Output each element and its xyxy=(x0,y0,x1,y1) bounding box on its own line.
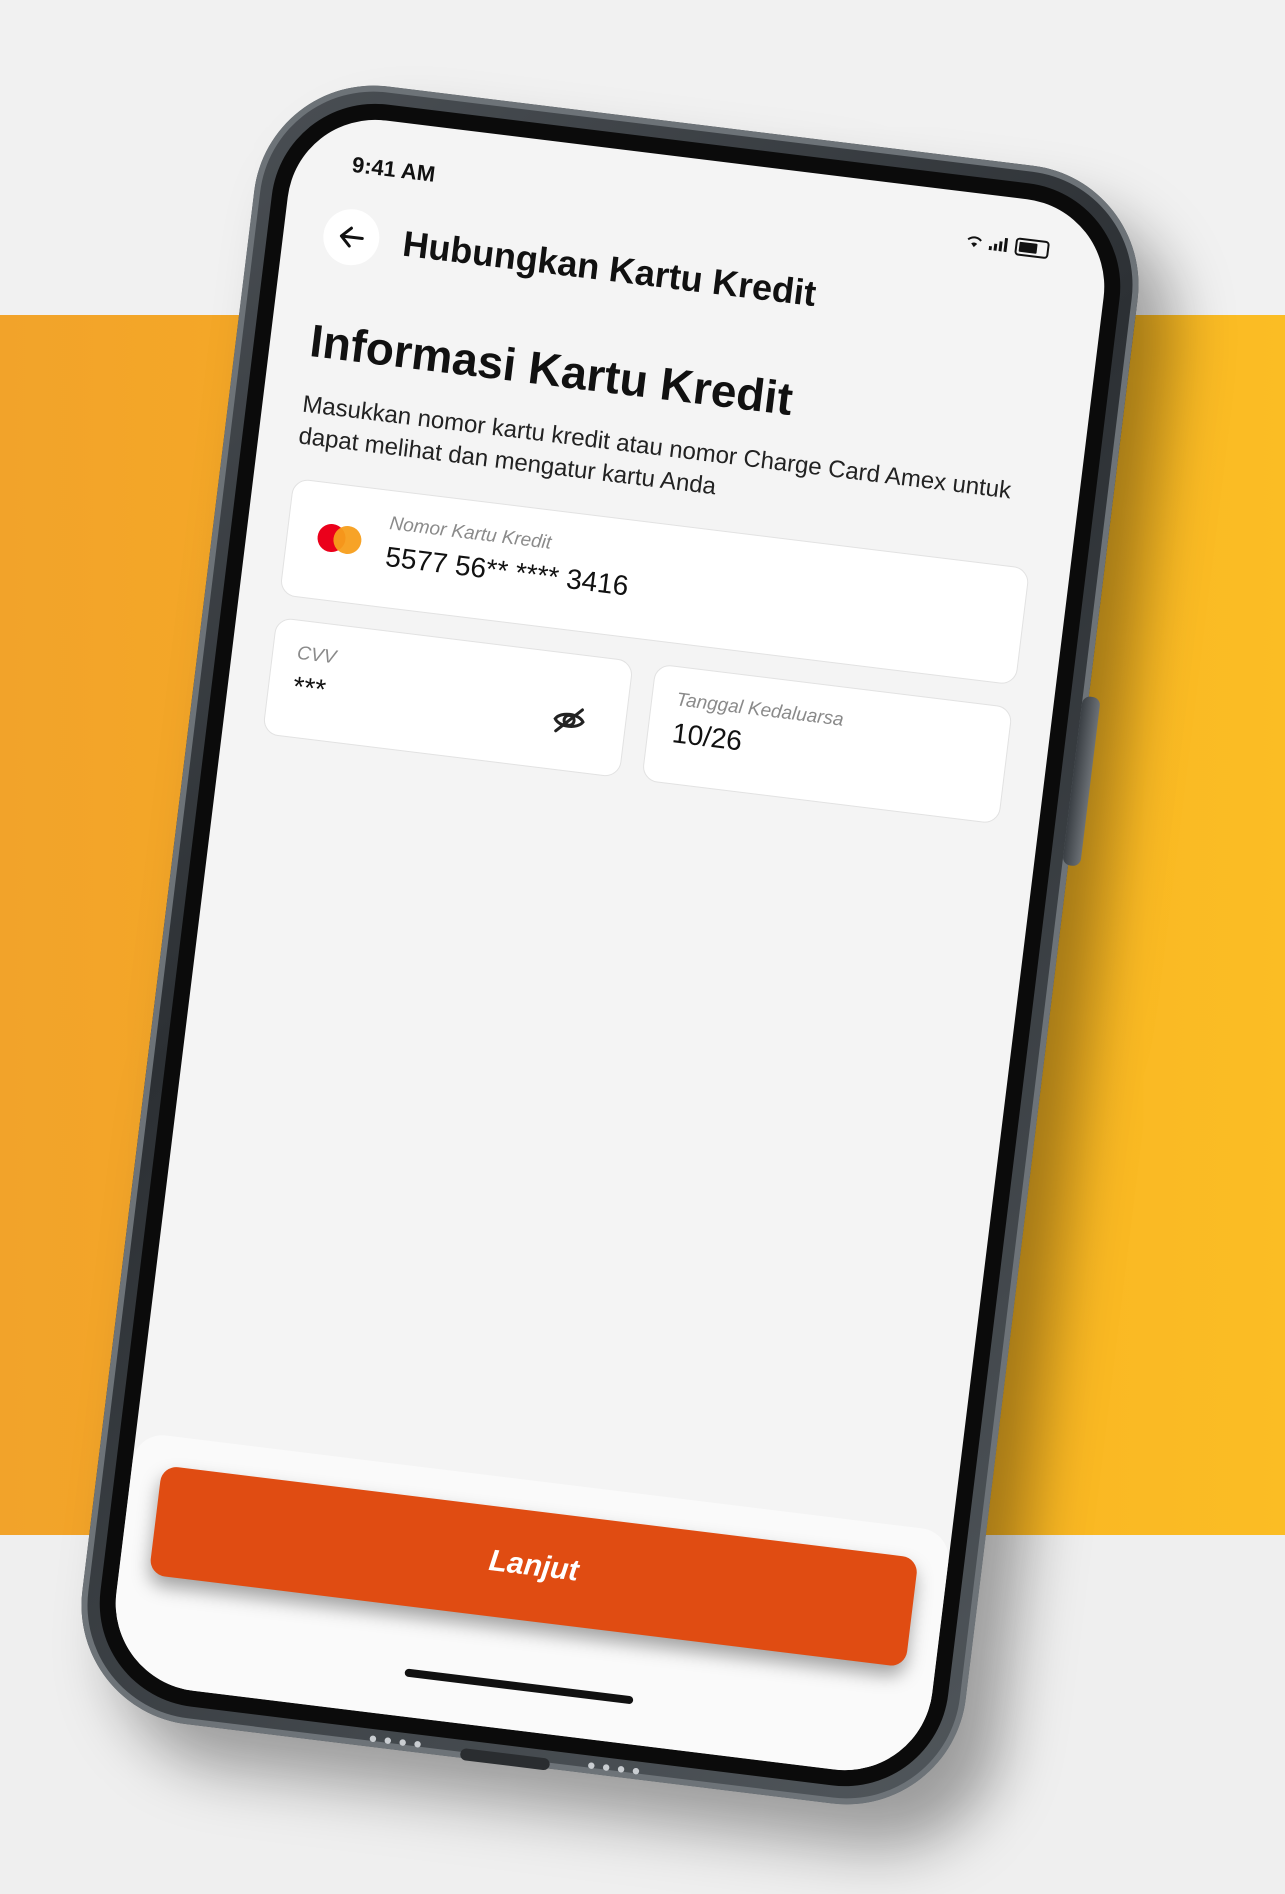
back-button[interactable] xyxy=(320,205,383,269)
eye-off-icon[interactable] xyxy=(549,700,589,740)
status-icons xyxy=(964,231,1051,260)
mastercard-logo xyxy=(315,522,364,556)
cvv-field[interactable]: CVV *** xyxy=(262,616,634,778)
expiry-field[interactable]: Tanggal Kedaluarsa 10/26 xyxy=(641,663,1013,825)
page-title: Hubungkan Kartu Kredit xyxy=(400,222,819,315)
battery-icon xyxy=(1014,237,1051,260)
back-arrow-icon xyxy=(339,226,364,248)
wifi-icon xyxy=(967,236,982,248)
stage: 9:41 AM Hubungkan Kartu Kredit Informasi… xyxy=(0,0,1285,1894)
main-content: Informasi Kartu Kredit Masukkan nomor ka… xyxy=(262,313,1050,825)
continue-button[interactable]: Lanjut xyxy=(148,1465,919,1668)
status-time: 9:41 AM xyxy=(350,151,437,187)
bottom-action-area: Lanjut xyxy=(105,1431,953,1781)
signal-icon xyxy=(988,237,1009,253)
home-indicator xyxy=(404,1668,634,1705)
